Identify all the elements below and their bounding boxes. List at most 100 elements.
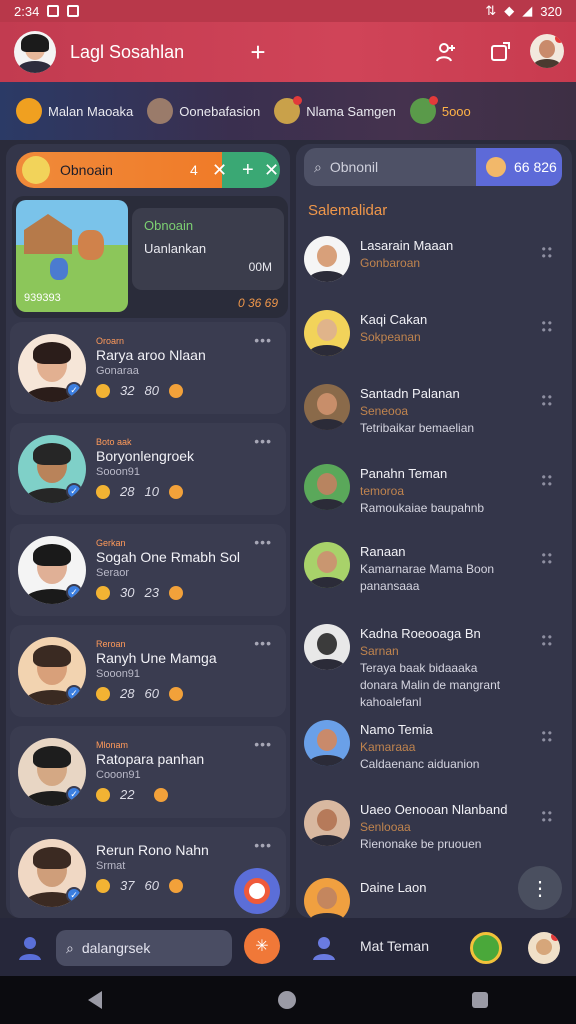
status-bar: 2:34 ⇅ ◆ ◢ 320 xyxy=(0,0,576,22)
contact-avatar xyxy=(304,878,350,918)
search-icon: ⌕ xyxy=(314,158,322,175)
story-item[interactable]: Nlama Samgen xyxy=(274,96,396,124)
chat-card[interactable]: ✓ Mlonam Ratopara panhan Cooon91 22 ••• xyxy=(10,726,286,818)
account-avatar[interactable] xyxy=(530,34,564,68)
bottom-label: Mat Teman xyxy=(360,938,429,954)
contacts-panel: ⌕ Obnonil 66 826 Salemalidar Lasarain Ma… xyxy=(296,144,572,918)
add-icon[interactable]: + xyxy=(242,159,254,182)
system-nav-bar xyxy=(0,976,576,1024)
action-button[interactable]: ✳ xyxy=(244,928,280,964)
stat-value: 28 xyxy=(120,484,135,499)
featured-thumbnail: 939393 xyxy=(16,200,128,312)
verified-icon: ✓ xyxy=(66,887,82,903)
stat-value: 32 xyxy=(120,383,135,398)
sticker-icon xyxy=(244,878,270,904)
chat-list-panel: Obnoain 4 ✕ + ✕ 939393 Obnoain Uanlankan… xyxy=(6,144,290,918)
reaction-icon xyxy=(168,585,183,600)
more-icon[interactable]: ••• xyxy=(254,433,272,449)
vibrate-icon: ⇅ xyxy=(485,3,497,18)
stat-value: 22 xyxy=(120,787,135,802)
stat-value: 37 xyxy=(120,878,135,893)
contact-name: Ranaan xyxy=(360,544,406,559)
more-icon[interactable]: ••• xyxy=(254,837,272,853)
chat-avatar: ✓ xyxy=(18,839,86,907)
user-avatar[interactable] xyxy=(528,932,560,964)
more-icon[interactable]: ••• xyxy=(254,534,272,550)
stat-value: 30 xyxy=(120,585,135,600)
chat-name: Sogah One Rmabh Sol xyxy=(96,549,240,565)
add-icon[interactable]: + xyxy=(244,37,272,67)
close-icon[interactable]: ✕ xyxy=(212,160,227,181)
contact-avatar xyxy=(304,542,350,588)
chat-tag: Reroan xyxy=(96,639,126,649)
bottom-search-input[interactable]: ⌕ dalangrsek xyxy=(56,930,232,966)
status-icon[interactable] xyxy=(470,932,502,964)
chat-card[interactable]: ✓ Oroarn Rarya aroo Nlaan Gonaraa 32 80 … xyxy=(10,322,286,414)
recents-icon[interactable] xyxy=(472,992,488,1008)
chat-stats: 32 80 xyxy=(96,383,266,398)
drag-handle-icon[interactable]: •• •• xyxy=(542,317,554,336)
more-icon[interactable]: ••• xyxy=(254,635,272,651)
story-avatar xyxy=(147,98,174,124)
chat-sub: Srmat xyxy=(96,860,126,872)
story-strip: Malan Maoaka Oonebafasion Nlama Samgen 5… xyxy=(0,82,576,140)
chat-card[interactable]: ✓ Reroan Ranyh Une Mamga Sooon91 28 60 •… xyxy=(10,625,286,717)
add-user-icon[interactable] xyxy=(432,38,460,66)
home-icon[interactable] xyxy=(278,991,296,1009)
chat-avatar: ✓ xyxy=(18,334,86,402)
chat-avatar: ✓ xyxy=(18,536,86,604)
chat-name: Ranyh Une Mamga xyxy=(96,650,217,666)
chat-bubble-icon xyxy=(16,98,42,124)
chat-tab-pill[interactable]: Obnoain 4 ✕ + ✕ xyxy=(16,152,280,188)
story-item[interactable]: Malan Maoaka xyxy=(16,98,133,124)
chat-card[interactable]: ✓ Boto aak Boryonlengroek Sooon91 28 10 … xyxy=(10,423,286,515)
profile-avatar[interactable] xyxy=(14,31,56,73)
chat-name: Rerun Rono Nahn xyxy=(96,842,209,858)
chat-sub: Sooon91 xyxy=(96,466,141,478)
featured-post[interactable]: 939393 Obnoain Uanlankan 00M 0 36 69 xyxy=(12,196,288,318)
drag-handle-icon[interactable]: •• •• xyxy=(542,631,554,650)
story-item[interactable]: Oonebafasion xyxy=(147,98,260,124)
tab-count: 4 xyxy=(190,162,198,178)
more-icon[interactable]: ••• xyxy=(254,332,272,348)
tab-avatar xyxy=(22,156,50,184)
contact-name: Namo Temia xyxy=(360,722,433,737)
contact-name: Daine Laon xyxy=(360,880,427,895)
contact-message: Ramoukaiae baupahnb xyxy=(360,501,485,515)
featured-stats: 0 36 69 xyxy=(237,296,278,310)
drag-handle-icon[interactable]: •• •• xyxy=(542,807,554,826)
contact-sub: Sarnan xyxy=(360,644,399,658)
drag-handle-icon[interactable]: •• •• xyxy=(542,391,554,410)
people-icon[interactable] xyxy=(16,934,44,962)
chat-tag: Boto aak xyxy=(96,437,132,447)
contact-sub: Kamaraaa xyxy=(360,740,416,754)
contacts-search[interactable]: ⌕ Obnonil 66 826 xyxy=(304,148,562,186)
featured-meta: 00M xyxy=(248,260,272,274)
dismiss-icon[interactable]: ✕ xyxy=(264,160,279,181)
compose-icon[interactable] xyxy=(486,38,514,66)
contact-message: Teraya baak bidaaaka xyxy=(360,661,478,675)
wifi-icon: ◆ xyxy=(504,3,515,18)
featured-line: Uanlankan xyxy=(144,241,207,256)
story-item[interactable]: 5ooo xyxy=(409,96,471,124)
contacts-icon[interactable] xyxy=(310,934,338,962)
drag-handle-icon[interactable]: •• •• xyxy=(542,549,554,568)
contact-message: Kamarnarae Mama Boon xyxy=(360,562,495,576)
contact-sub: Senlooaa xyxy=(360,820,411,834)
contact-name: Uaeo Oenooan Nlanband xyxy=(360,802,508,817)
more-icon[interactable]: ••• xyxy=(254,736,272,752)
more-options-button[interactable]: ⋮ xyxy=(518,866,562,910)
stat-value: 60 xyxy=(144,686,159,701)
contact-avatar xyxy=(304,384,350,430)
drag-handle-icon[interactable]: •• •• xyxy=(542,243,554,262)
chat-stats: 28 60 xyxy=(96,686,266,701)
back-icon[interactable] xyxy=(88,991,102,1009)
chat-card[interactable]: ✓ Gerkan Sogah One Rmabh Sol Seraor 30 2… xyxy=(10,524,286,616)
reaction-icon xyxy=(168,686,183,701)
contact-name: Kadna Roeooaga Bn xyxy=(360,626,481,641)
drag-handle-icon[interactable]: •• •• xyxy=(542,727,554,746)
drag-handle-icon[interactable]: •• •• xyxy=(542,471,554,490)
story-avatar xyxy=(274,96,303,124)
new-chat-button[interactable] xyxy=(234,868,280,914)
filter-chip[interactable]: 66 826 xyxy=(476,148,562,186)
